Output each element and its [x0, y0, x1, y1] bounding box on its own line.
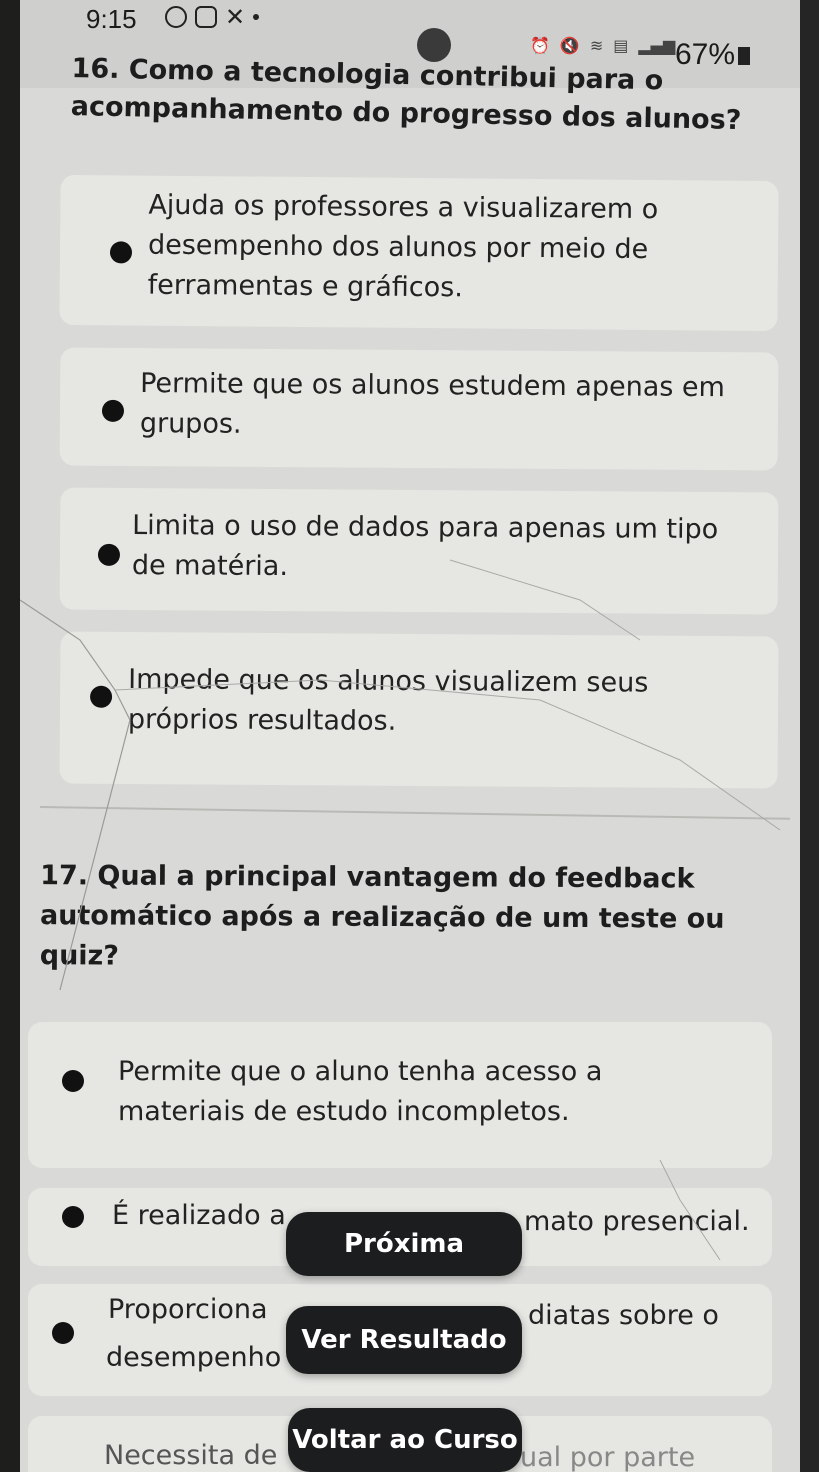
option-label-end: mato presencial.	[524, 1206, 750, 1237]
option-label: Limita o uso de dados para apenas um tip…	[131, 509, 719, 583]
question-16-option-4[interactable]: Impede que os alunos visualizem seus pró…	[59, 631, 779, 789]
question-17-title: 17. Qual a principal vantagem do feedbac…	[39, 860, 725, 972]
phone-screen: 9:15 ✕ ⏰ 🔇 ≋ ▤ ▂▄▆ 67% 16. Como a tecnol…	[20, 0, 800, 1472]
question-17-option-1[interactable]: Permite que o aluno tenha acesso a mater…	[28, 1022, 772, 1168]
alarm-icon: ⏰	[530, 36, 550, 55]
view-result-button[interactable]: Ver Resultado	[286, 1306, 522, 1374]
question-16-title: 16. Como a tecnologia contribui para o a…	[70, 52, 742, 137]
option-label: Permite que o aluno tenha acesso a mater…	[118, 1056, 603, 1127]
x-app-icon: ✕	[225, 3, 246, 31]
question-16-option-2[interactable]: Permite que os alunos estudem apenas em …	[59, 347, 779, 471]
radio-bullet[interactable]	[62, 1070, 84, 1092]
instagram-icon	[195, 6, 217, 28]
status-time: 9:15	[86, 4, 137, 34]
wifi-icon: ≋	[589, 36, 604, 55]
signal-icon: ▂▄▆	[638, 36, 676, 55]
question-16-option-3[interactable]: Limita o uso de dados para apenas um tip…	[59, 487, 779, 615]
option-label-start: Proporciona	[108, 1294, 268, 1325]
radio-bullet[interactable]	[52, 1322, 74, 1344]
lte-icon: ▤	[613, 36, 629, 55]
radio-bullet[interactable]	[97, 543, 121, 566]
next-button[interactable]: Próxima	[286, 1212, 522, 1276]
notification-icons: ✕	[165, 3, 260, 31]
more-notifications-icon	[253, 14, 260, 20]
battery-icon	[738, 47, 751, 66]
radio-bullet[interactable]	[90, 685, 113, 708]
option-label-start: É realizado a	[112, 1200, 286, 1231]
option-label-middle: diatas sobre o	[528, 1300, 719, 1331]
back-to-course-button[interactable]: Voltar ao Curso	[288, 1408, 522, 1472]
option-label: Impede que os alunos visualizem seus pró…	[127, 663, 649, 737]
option-label: Ajuda os professores a visualizarem o de…	[147, 189, 659, 304]
radio-bullet[interactable]	[101, 399, 125, 422]
option-label-start: Necessita de	[104, 1440, 278, 1471]
option-label-line2: desempenho	[106, 1342, 282, 1373]
radio-bullet[interactable]	[109, 241, 133, 264]
radio-bullet[interactable]	[62, 1206, 84, 1228]
option-label-end: ual por parte	[520, 1442, 696, 1472]
question-16-option-1[interactable]: Ajuda os professores a visualizarem o de…	[59, 174, 779, 332]
question-divider	[39, 806, 790, 820]
mute-icon: 🔇	[559, 36, 580, 55]
system-icons: ⏰ 🔇 ≋ ▤ ▂▄▆	[530, 36, 675, 55]
whatsapp-icon	[165, 6, 187, 28]
option-label: Permite que os alunos estudem apenas em …	[139, 368, 725, 440]
